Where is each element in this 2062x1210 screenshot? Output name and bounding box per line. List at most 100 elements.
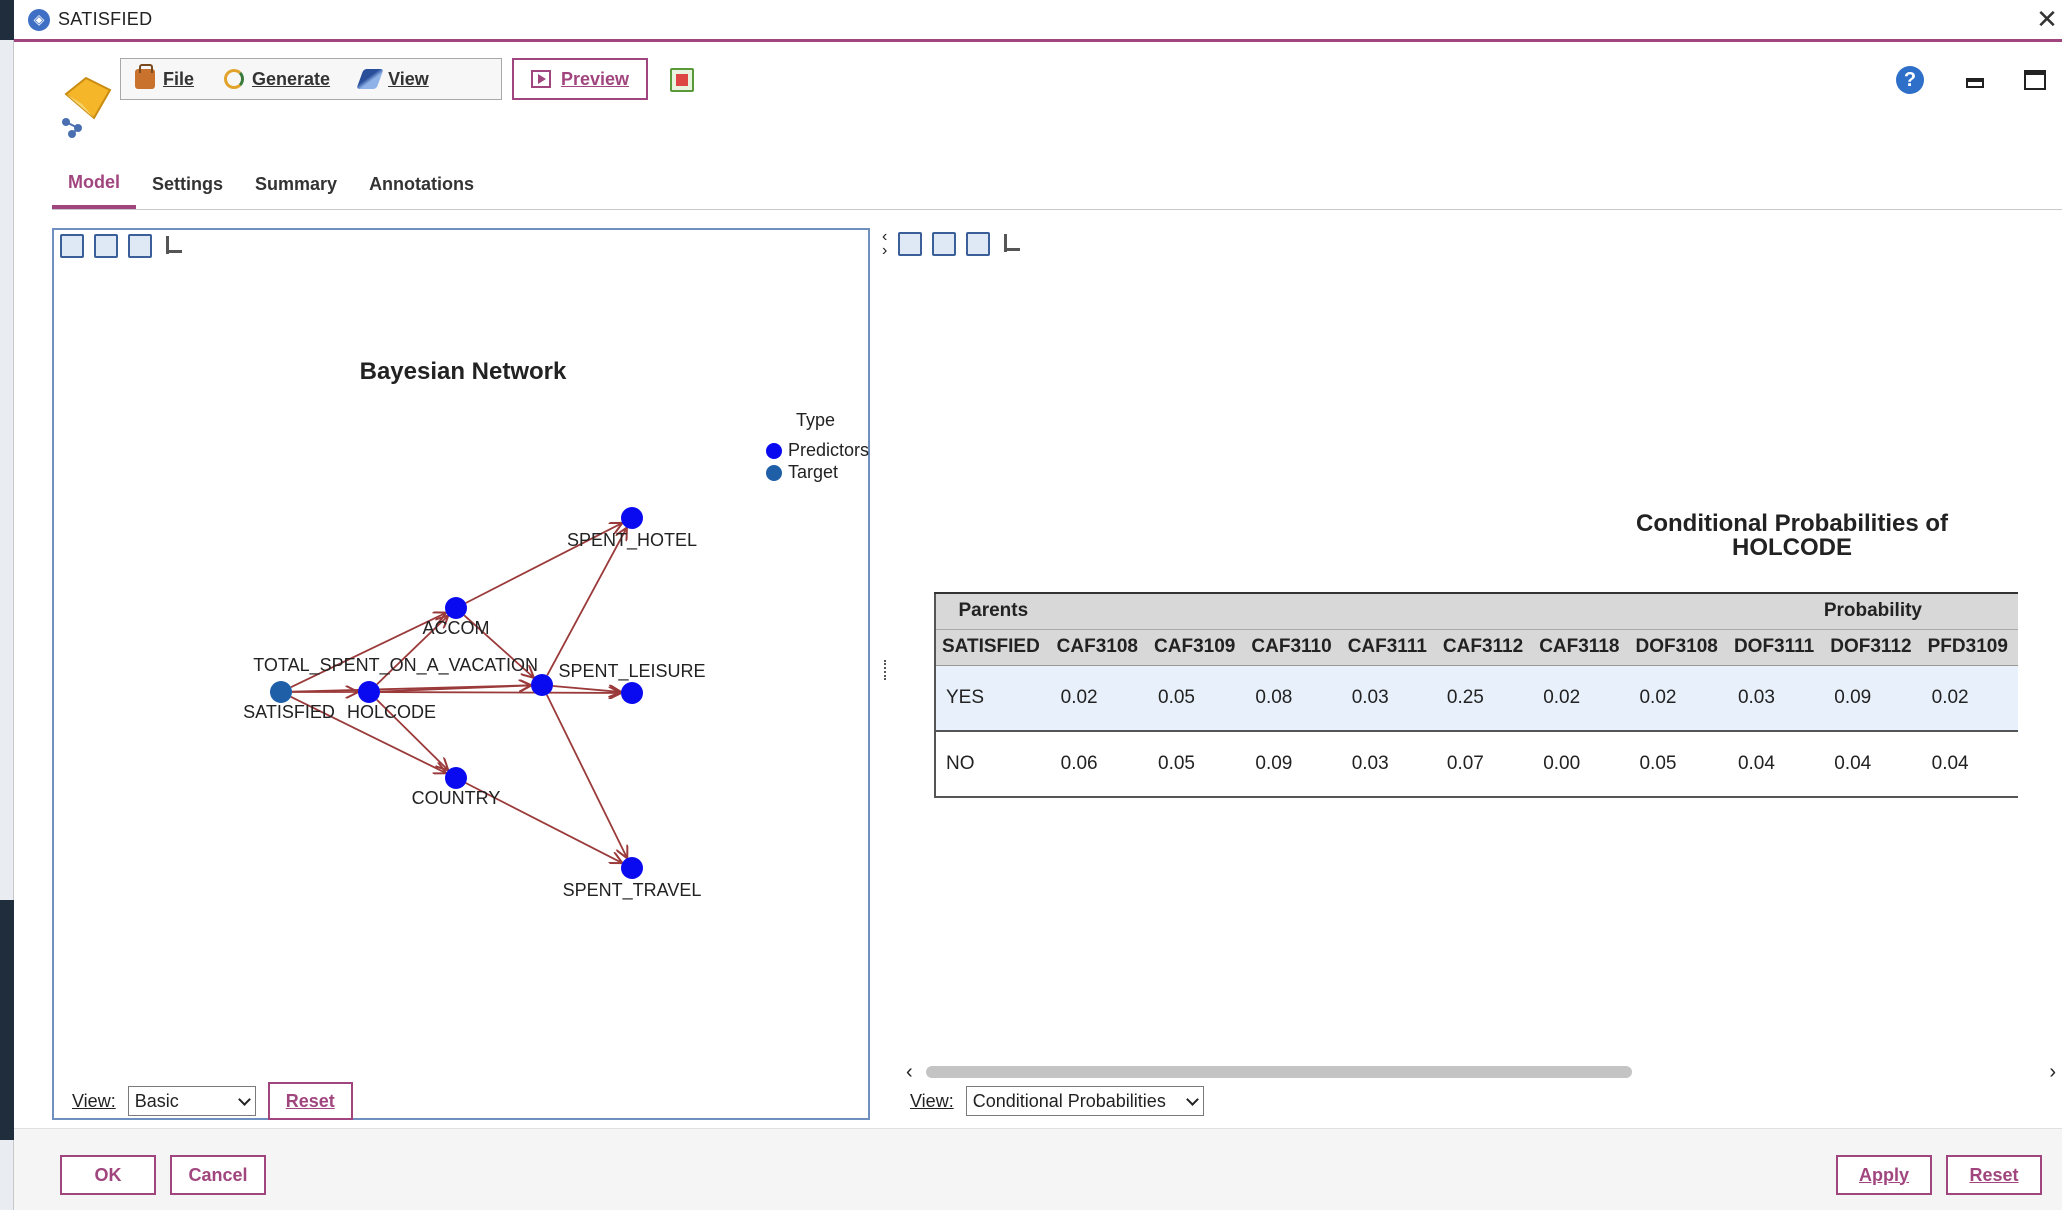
network-node-label: HOLCODE [347, 702, 436, 722]
legend-item-predictors: Predictors [766, 440, 869, 461]
network-view-value: Basic [134, 1090, 179, 1111]
panel-splitter[interactable]: ‹ › [882, 228, 890, 1120]
cp-title-line2: HOLCODE [1732, 534, 1852, 561]
copy-data-icon[interactable] [932, 232, 956, 256]
generate-menu-button[interactable]: Generate [224, 69, 330, 90]
apply-button[interactable]: Apply [1836, 1155, 1932, 1195]
table-cell: 0.08 [1245, 665, 1342, 732]
table-cell: 0.07 [1436, 731, 1534, 798]
table-cell: 0.02 [1921, 665, 2018, 732]
file-menu-label: File [163, 68, 195, 89]
print-icon[interactable] [966, 232, 990, 256]
legend-item-target: Target [766, 462, 838, 483]
network-node[interactable] [621, 682, 643, 704]
column-header: CAF3108 [1050, 628, 1149, 666]
cp-title-line1: Conditional Probabilities of [1636, 510, 1948, 537]
table-cell: 0.02 [1629, 665, 1728, 732]
view-menu-label: View [388, 68, 429, 89]
table-cell: 0.03 [1341, 665, 1437, 732]
predictor-dot-icon [766, 442, 782, 459]
maximize-icon[interactable] [2024, 70, 2046, 90]
help-icon[interactable]: ? [1896, 66, 1924, 94]
network-node[interactable] [621, 507, 643, 529]
column-header: DOF3108 [1629, 628, 1728, 666]
table-cell: 0.05 [1629, 731, 1728, 798]
background-app-panel [0, 900, 14, 1140]
table-cell: 0.25 [1436, 665, 1534, 732]
title-bar: ◈ SATISFIED ✕ [14, 0, 2062, 42]
network-node[interactable] [270, 681, 292, 703]
cp-view-select[interactable]: Conditional Probabilities [965, 1086, 1204, 1116]
splitter-handle[interactable] [884, 660, 888, 680]
cancel-button[interactable]: Cancel [170, 1155, 266, 1195]
collapse-right-icon[interactable]: › [882, 242, 887, 260]
scroll-right-icon[interactable]: › [2049, 1062, 2056, 1082]
background-app-strip [0, 0, 14, 1210]
tab-annotations[interactable]: Annotations [353, 174, 490, 209]
app-icon: ◈ [28, 8, 50, 31]
view-menu-button[interactable]: View [356, 68, 429, 90]
view-icon [356, 69, 384, 89]
main-toolbar: File Generate View [120, 58, 502, 100]
tree-layout-icon[interactable] [1000, 232, 1024, 256]
network-node[interactable] [445, 767, 467, 789]
chevron-down-icon [237, 1092, 251, 1106]
close-icon[interactable]: ✕ [2032, 4, 2062, 35]
network-node-label: ACCOM [423, 618, 490, 638]
table-row[interactable]: NO 0.06 0.05 0.09 0.03 0.07 0.00 0.05 0.… [934, 731, 2018, 798]
column-header: DOF3112 [1824, 628, 1922, 666]
file-menu-button[interactable]: File [135, 64, 195, 90]
scrollbar-thumb[interactable] [926, 1066, 1632, 1078]
tab-model[interactable]: Model [52, 172, 136, 209]
network-edge [546, 529, 626, 676]
table-cell: 0.09 [1824, 665, 1922, 732]
network-edges [290, 523, 627, 862]
network-node[interactable] [445, 597, 467, 619]
preview-button[interactable]: Preview [512, 58, 648, 100]
cp-panel-tools [898, 232, 1024, 256]
column-header: CAF3111 [1341, 628, 1437, 666]
minimize-icon[interactable] [1966, 78, 1984, 88]
reset-button[interactable]: Reset [1946, 1155, 2042, 1195]
table-cell: 0.02 [1050, 665, 1149, 732]
table-cell: 0.04 [1824, 731, 1922, 798]
table-cell: 0.04 [1921, 731, 2018, 798]
export-icon[interactable] [670, 68, 694, 92]
conditional-probabilities-panel: Conditional Probabilities of HOLCODE Par… [892, 228, 2062, 1120]
table-cell: 0.03 [1341, 731, 1437, 798]
column-header: CAF3112 [1436, 628, 1534, 666]
table-cell: 0.05 [1148, 731, 1246, 798]
parents-header: Parents [934, 592, 1051, 629]
network-reset-button[interactable]: Reset [267, 1082, 353, 1120]
network-node-label: COUNTRY [412, 788, 501, 808]
network-view-row: View: Basic Reset [72, 1082, 353, 1120]
table-cell: 0.00 [1533, 731, 1630, 798]
chevron-down-icon [1185, 1092, 1199, 1106]
network-node[interactable] [531, 674, 553, 696]
window-title: SATISFIED [58, 9, 153, 29]
tab-summary[interactable]: Summary [239, 174, 353, 209]
preview-label: Preview [560, 68, 630, 89]
network-node[interactable] [621, 857, 643, 879]
column-header: DOF3111 [1727, 628, 1825, 666]
network-node[interactable] [358, 681, 380, 703]
table-cell: YES [934, 665, 1051, 732]
table-cell: 0.06 [1050, 731, 1149, 798]
network-node-label: SPENT_TRAVEL [563, 880, 702, 901]
cp-view-value: Conditional Probabilities [972, 1090, 1166, 1111]
horizontal-scrollbar[interactable]: ‹ › [906, 1062, 2056, 1082]
table-cell: NO [934, 731, 1051, 798]
table-cell: 0.02 [1533, 665, 1630, 732]
network-view-select[interactable]: Basic [127, 1086, 256, 1116]
table-row[interactable]: YES 0.02 0.05 0.08 0.03 0.25 0.02 0.02 0… [934, 665, 2018, 732]
reset-label: Reset [1969, 1164, 2019, 1185]
copy-visualization-icon[interactable] [898, 232, 922, 256]
ok-button[interactable]: OK [60, 1155, 156, 1195]
tab-settings[interactable]: Settings [136, 174, 239, 209]
bayesian-network-graph: SATISFIED HOLCODE ACCOM COUNTRY TOTAL_SPENT_… [243, 507, 706, 901]
conditional-probability-table: Parents Probability SATISFIED CAF3108 CA… [934, 592, 2018, 798]
network-panel: Bayesian Network SATISFIED HOLCODE ACCOM CO… [52, 228, 870, 1120]
network-node-label: TOTAL_SPENT_ON_A_VACATION [253, 655, 538, 676]
scroll-left-icon[interactable]: ‹ [906, 1062, 913, 1082]
network-view-label: View: [72, 1090, 116, 1111]
